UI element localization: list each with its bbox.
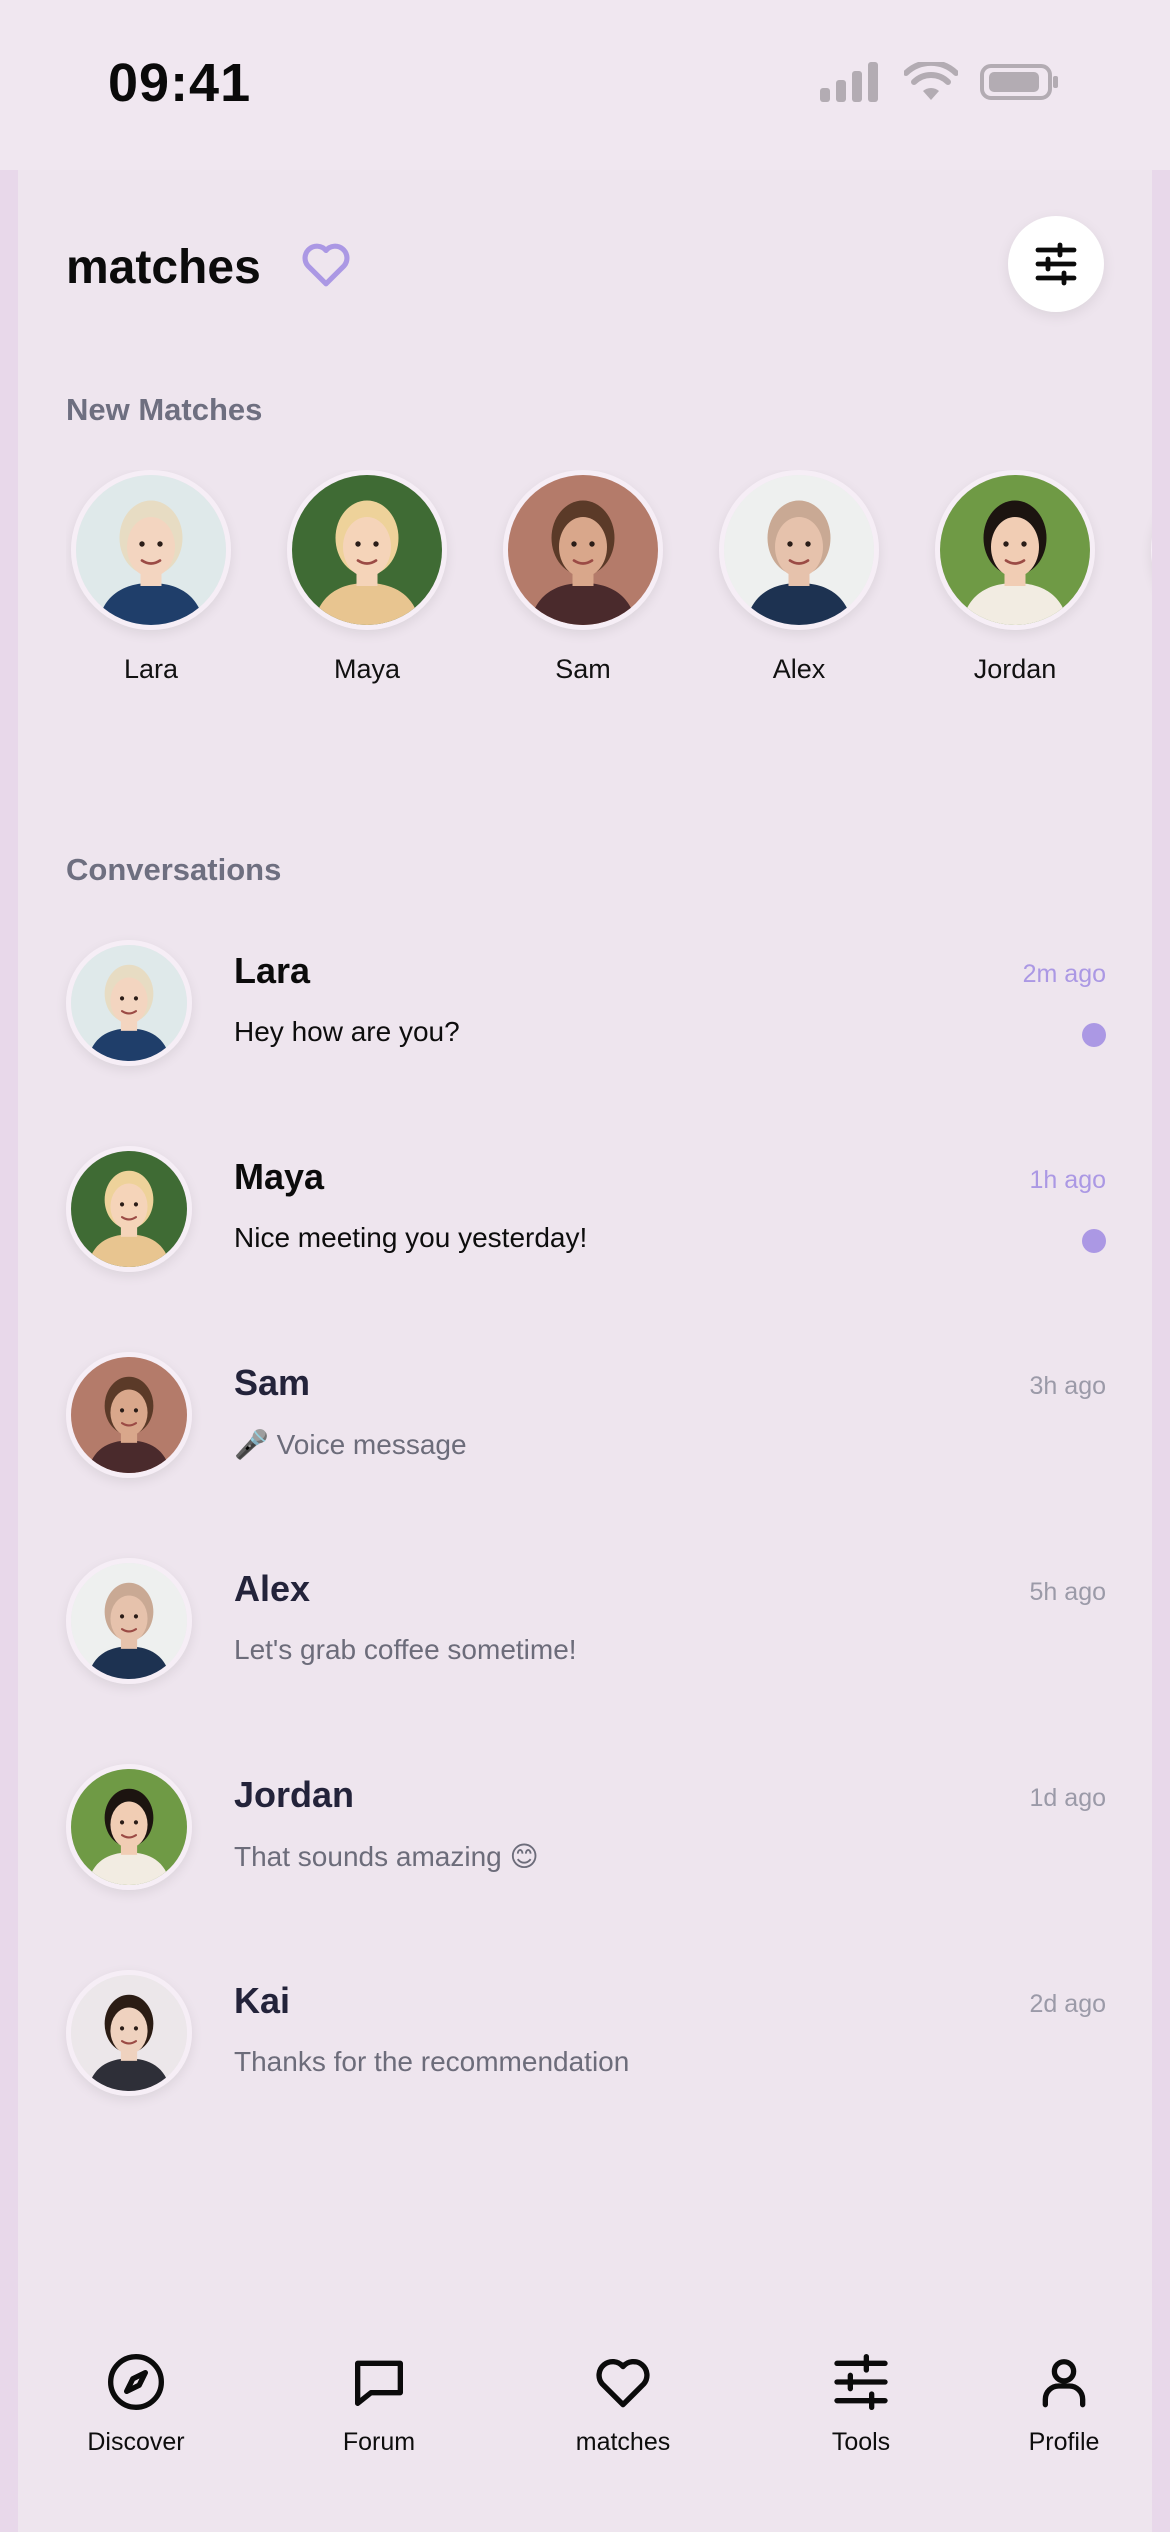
avatar — [66, 1970, 192, 2096]
match-item-maya[interactable]: Maya — [282, 470, 452, 685]
conversation-name: Sam — [234, 1362, 311, 1403]
new-matches-title: New Matches — [66, 392, 263, 427]
match-item-jordan[interactable]: Jordan — [930, 470, 1100, 685]
avatar — [66, 1352, 192, 1478]
sliders-icon — [1035, 242, 1077, 286]
nav-label: matches — [575, 2428, 671, 2456]
conversation-row[interactable]: Jordan That sounds amazing 😊 1d ago — [66, 1744, 1106, 1904]
main-panel: matches New Matches Lara Maya Sam Alex J… — [18, 170, 1152, 2532]
page-title: matches — [66, 241, 261, 294]
conversation-time: 2d ago — [1029, 1990, 1106, 2018]
avatar — [71, 470, 231, 630]
conversation-row[interactable]: Maya Nice meeting you yesterday! 1h ago — [66, 1126, 1106, 1286]
compass-icon — [108, 2354, 164, 2410]
chat-bubble-icon — [355, 2360, 403, 2406]
avatar — [66, 1764, 192, 1890]
heart-outline-icon — [298, 236, 354, 292]
conversation-name: Kai — [234, 1980, 291, 2021]
nav-tools[interactable]: Tools — [761, 2350, 961, 2457]
nav-label: Tools — [831, 2428, 891, 2456]
conversation-name: Alex — [234, 1568, 311, 1609]
match-name: Lara — [123, 654, 179, 684]
conversation-row[interactable]: Sam 🎤 Voice message 3h ago — [66, 1332, 1106, 1492]
conversation-preview: That sounds amazing 😊 — [234, 1841, 539, 1872]
avatar — [287, 470, 447, 630]
nav-profile[interactable]: Profile — [964, 2350, 1164, 2457]
conversation-row[interactable]: Lara Hey how are you? 2m ago — [66, 920, 1106, 1080]
conversation-name: Lara — [234, 950, 311, 991]
match-name: Maya — [333, 654, 401, 684]
match-item-partial[interactable] — [1146, 470, 1152, 630]
match-name: Sam — [555, 654, 611, 684]
nav-discover[interactable]: Discover — [36, 2350, 236, 2457]
conversation-time: 1d ago — [1029, 1784, 1106, 1812]
unread-indicator — [1082, 1023, 1106, 1047]
nav-forum[interactable]: Forum — [279, 2350, 479, 2457]
match-item-sam[interactable]: Sam — [498, 470, 668, 685]
person-icon — [1042, 2359, 1086, 2408]
conversation-name: Maya — [234, 1156, 325, 1197]
conversation-time: 5h ago — [1029, 1578, 1106, 1606]
conversation-name: Jordan — [234, 1774, 355, 1815]
conversation-time: 3h ago — [1029, 1372, 1106, 1400]
avatar — [1151, 470, 1152, 630]
conversation-preview: 🎤 Voice message — [234, 1429, 467, 1460]
signal-icon — [820, 62, 878, 102]
conversations-title: Conversations — [66, 852, 282, 887]
match-item-alex[interactable]: Alex — [714, 470, 884, 685]
avatar — [66, 1146, 192, 1272]
nav-label: Discover — [87, 2428, 185, 2456]
avatar — [66, 940, 192, 1066]
status-icons — [820, 62, 1060, 102]
avatar — [503, 470, 663, 630]
nav-matches[interactable]: matches — [523, 2350, 723, 2457]
battery-icon — [980, 64, 1058, 100]
new-matches-row: Lara Maya Sam Alex Jordan — [66, 470, 1152, 710]
filter-button[interactable] — [1008, 216, 1104, 312]
conversation-preview: Let's grab coffee sometime! — [234, 1634, 577, 1665]
unread-indicator — [1082, 1229, 1106, 1253]
nav-label: Forum — [342, 2428, 416, 2456]
avatar — [935, 470, 1095, 630]
status-bar: 09:41 — [0, 0, 1170, 170]
heart-icon — [596, 2359, 650, 2408]
conversation-time: 1h ago — [1029, 1166, 1106, 1194]
conversation-preview: Hey how are you? — [234, 1016, 460, 1047]
nav-label: Profile — [1028, 2428, 1100, 2456]
avatar — [66, 1558, 192, 1684]
match-name: Alex — [772, 654, 826, 684]
conversation-time: 2m ago — [1022, 960, 1106, 988]
status-time: 09:41 — [108, 53, 252, 113]
conversation-row[interactable]: Kai Thanks for the recommendation 2d ago — [66, 1950, 1106, 2110]
avatar — [719, 470, 879, 630]
conversation-preview: Nice meeting you yesterday! — [234, 1222, 588, 1253]
match-item-lara[interactable]: Lara — [66, 470, 236, 685]
sliders-icon — [834, 2354, 888, 2410]
conversation-row[interactable]: Alex Let's grab coffee sometime! 5h ago — [66, 1538, 1106, 1698]
wifi-icon — [904, 62, 958, 100]
bottom-nav: Discover Forum matches Tools Profile — [18, 2350, 1152, 2532]
match-name: Jordan — [973, 654, 1057, 684]
conversation-preview: Thanks for the recommendation — [234, 2046, 630, 2077]
